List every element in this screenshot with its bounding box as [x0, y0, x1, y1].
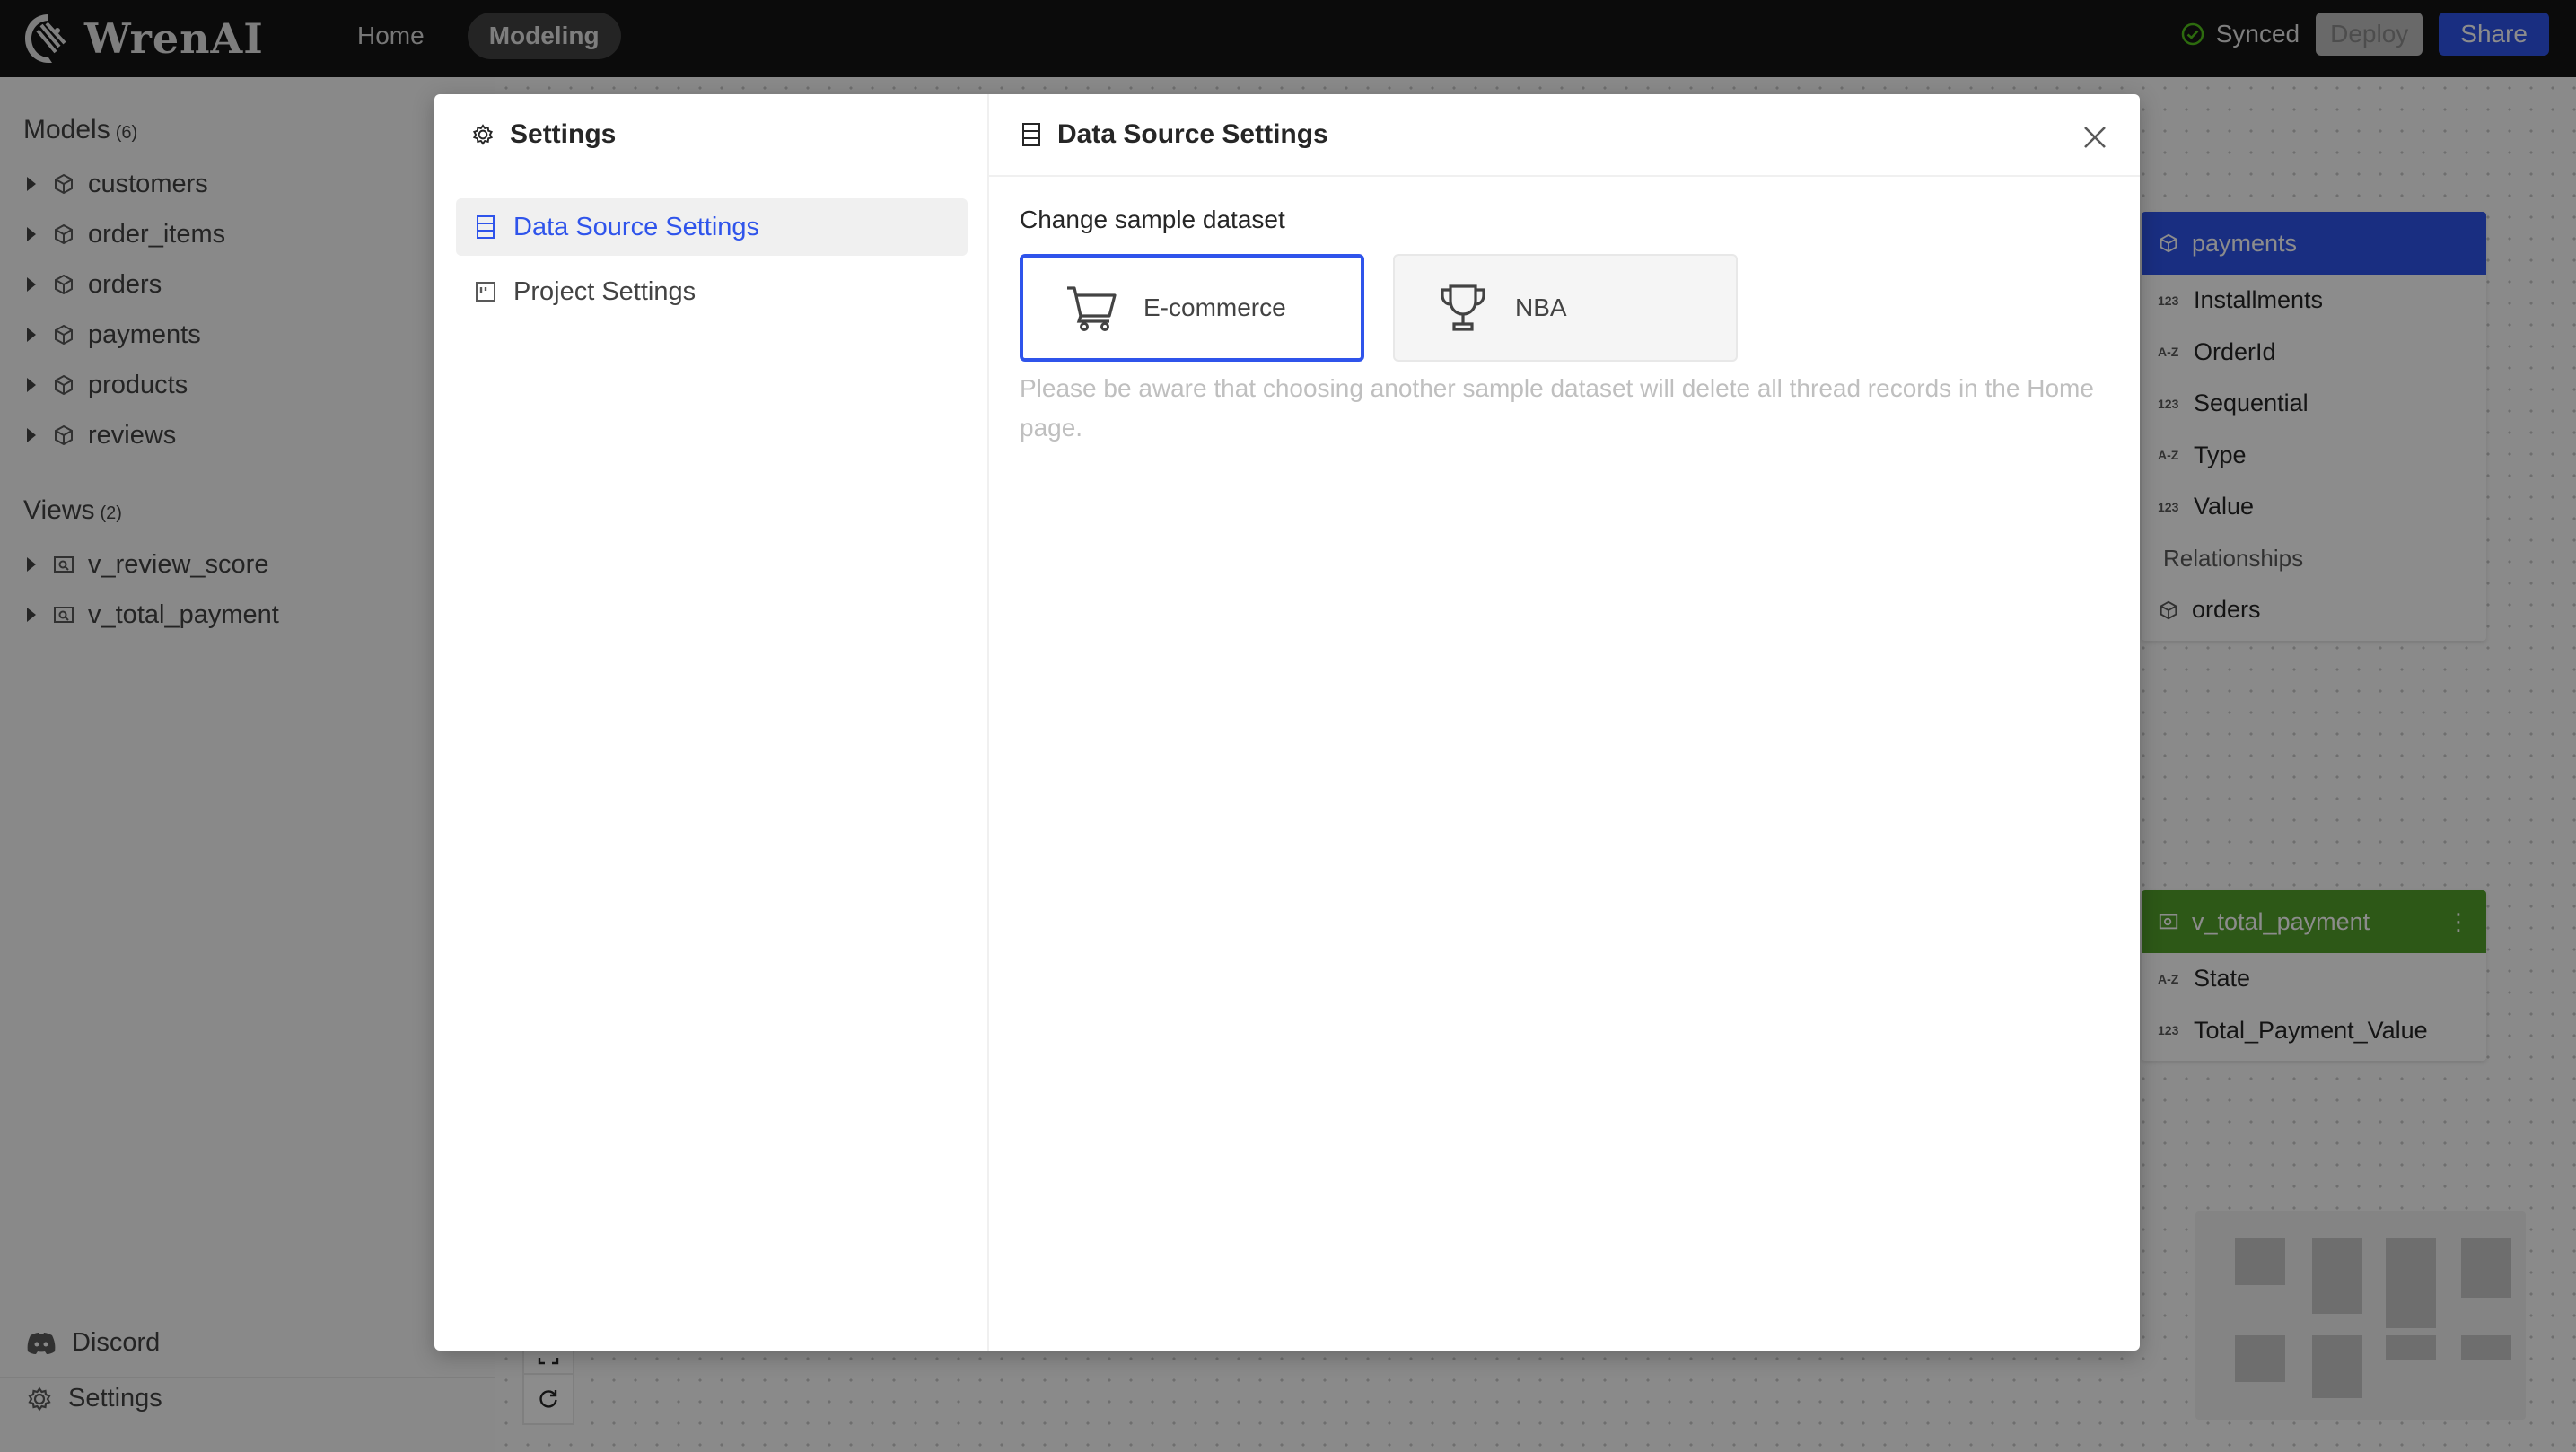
close-icon: [2084, 127, 2106, 148]
dataset-card-nba[interactable]: NBA: [1393, 254, 1738, 362]
shopping-cart-icon: [1067, 286, 1117, 331]
panel-title: Data Source Settings: [1020, 119, 1328, 150]
data-source-settings-panel: Data Source Settings Change sample datas…: [989, 94, 2140, 1351]
close-button[interactable]: [2077, 119, 2113, 155]
settings-title-text: Settings: [510, 119, 617, 149]
dataset-warning-text: Please be aware that choosing another sa…: [1020, 374, 2094, 442]
project-icon: [476, 282, 495, 302]
settings-modal-title: Settings: [470, 119, 616, 150]
dataset-card-label: E-commerce: [1143, 293, 1286, 321]
menu-item-label: Data Source Settings: [513, 212, 760, 241]
trophy-icon: [1441, 284, 1485, 331]
change-dataset-label: Change sample dataset: [1020, 206, 1285, 233]
menu-item-label: Project Settings: [513, 276, 697, 306]
database-icon: [1022, 123, 1040, 146]
settings-modal: Settings Data Source Settings Project Se…: [434, 94, 2140, 1351]
gear-icon: [472, 124, 494, 145]
panel-title-text: Data Source Settings: [1057, 119, 1328, 149]
dataset-card-label: NBA: [1515, 293, 1567, 321]
settings-menu-panel: Settings Data Source Settings Project Se…: [434, 94, 989, 1351]
dataset-card-ecommerce[interactable]: E-commerce: [1020, 254, 1364, 362]
menu-project-settings[interactable]: Project Settings: [456, 263, 968, 320]
menu-data-source-settings[interactable]: Data Source Settings: [456, 198, 968, 256]
panel-header: Data Source Settings: [989, 94, 2140, 177]
database-icon: [477, 215, 495, 239]
